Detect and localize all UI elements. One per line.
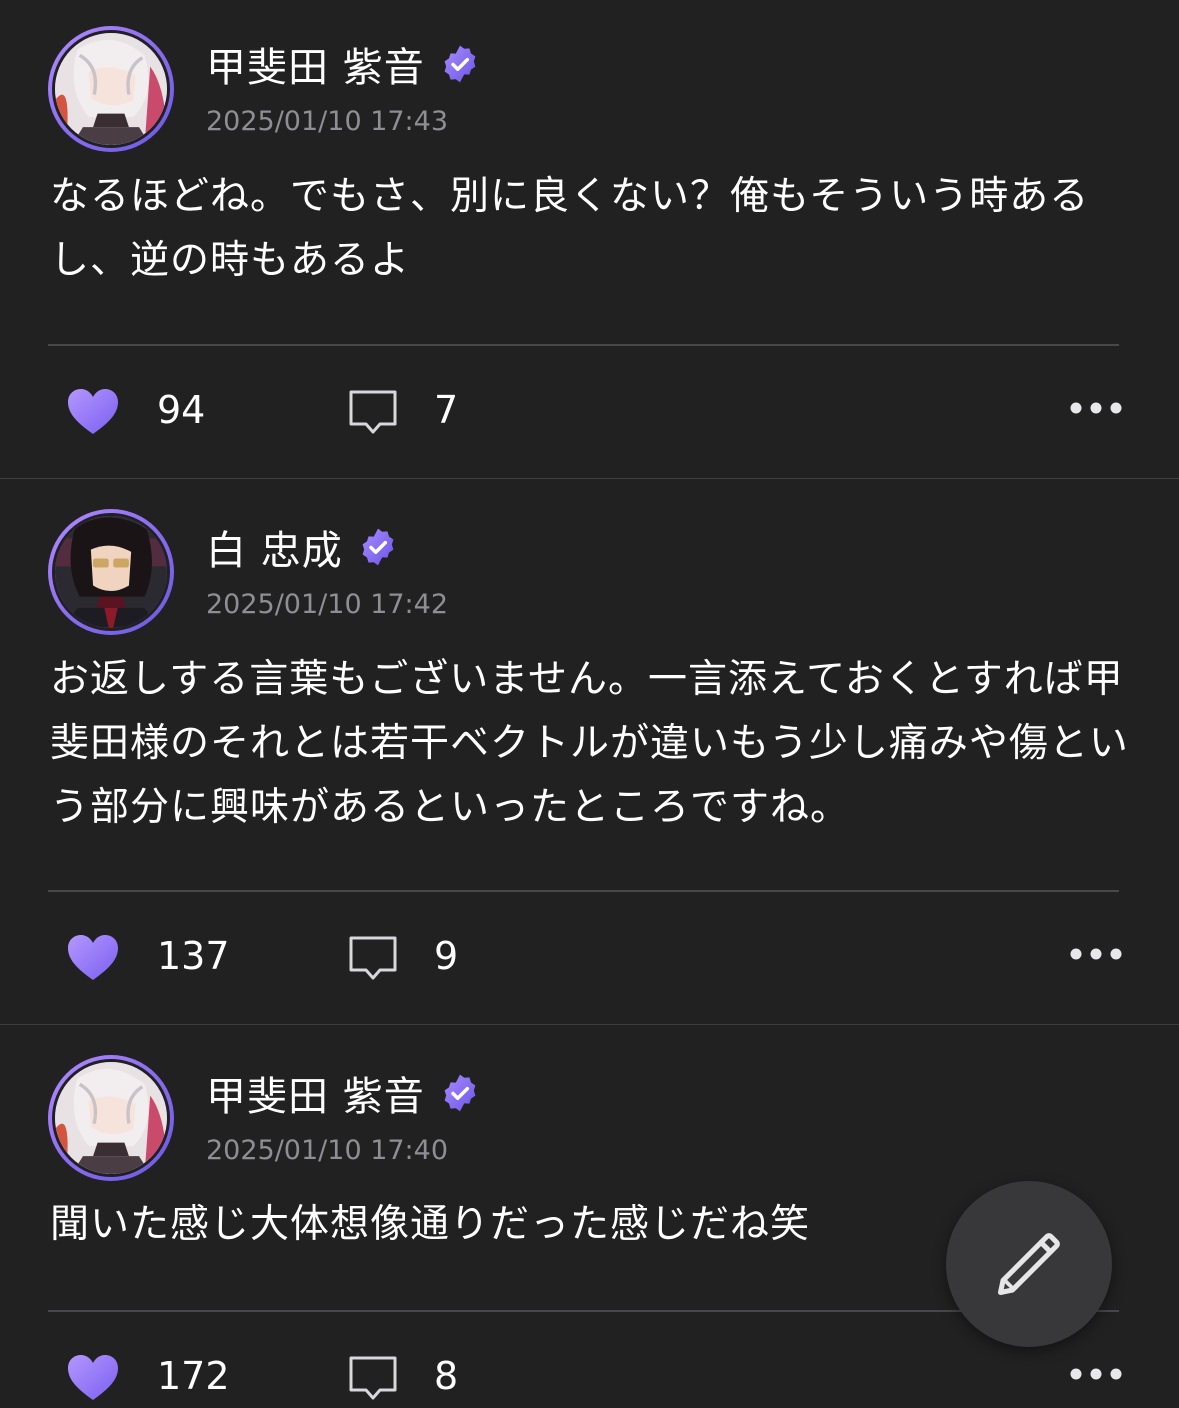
comment-count: 7 [434, 388, 459, 432]
verified-badge-icon [362, 528, 394, 566]
compose-button[interactable] [946, 1181, 1112, 1347]
post-body: なるほどね。でもさ、別に良くない？俺もそういう時あるし、逆の時もあるよ [50, 174, 1090, 283]
avatar-kaida-icon [55, 1062, 167, 1174]
post-timestamp: 2025/01/10 17:40 [206, 1135, 449, 1166]
comment-bubble-icon[interactable] [346, 388, 400, 438]
verified-badge-icon [444, 1074, 476, 1112]
post-actions: 94 7 [0, 382, 1179, 442]
post-timestamp: 2025/01/10 17:43 [206, 106, 449, 137]
post-actions: 172 8 [0, 1348, 1179, 1408]
heart-icon[interactable] [66, 1353, 120, 1403]
more-dots-icon[interactable] [1068, 400, 1124, 416]
divider [48, 344, 1119, 346]
post-actions: 137 9 [0, 928, 1179, 988]
heart-icon[interactable] [66, 933, 120, 983]
heart-icon[interactable] [66, 387, 120, 437]
like-count: 137 [157, 934, 230, 978]
like-count: 172 [157, 1354, 230, 1398]
avatar-haku-icon [55, 516, 167, 628]
comment-bubble-icon[interactable] [346, 934, 400, 984]
avatar[interactable] [48, 509, 174, 635]
post-body: お返しする言葉もございません。一言添えておくとすれば甲斐田様のそれとは若干ベクト… [50, 657, 1129, 830]
author-name[interactable]: 甲斐田 紫音 [206, 35, 425, 93]
like-count: 94 [157, 388, 206, 432]
post-item[interactable]: 白 忠成 2025/01/10 17:42 お返しする言葉もございません。一言添… [0, 479, 1179, 1024]
divider [48, 1310, 1119, 1312]
avatar-kaida-icon [55, 33, 167, 145]
comment-count: 9 [434, 934, 459, 978]
post-item[interactable]: 甲斐田 紫音 2025/01/10 17:43 なるほどね。でもさ、別に良くない… [0, 0, 1179, 478]
more-dots-icon[interactable] [1068, 1366, 1124, 1382]
more-dots-icon[interactable] [1068, 946, 1124, 962]
avatar[interactable] [48, 1055, 174, 1181]
comment-count: 8 [434, 1354, 459, 1398]
divider [48, 890, 1119, 892]
comment-bubble-icon[interactable] [346, 1354, 400, 1404]
author-name[interactable]: 白 忠成 [206, 518, 343, 576]
avatar[interactable] [48, 26, 174, 152]
verified-badge-icon [444, 45, 476, 83]
author-name[interactable]: 甲斐田 紫音 [206, 1064, 425, 1122]
pencil-icon [997, 1233, 1060, 1296]
post-timestamp: 2025/01/10 17:42 [206, 589, 449, 620]
